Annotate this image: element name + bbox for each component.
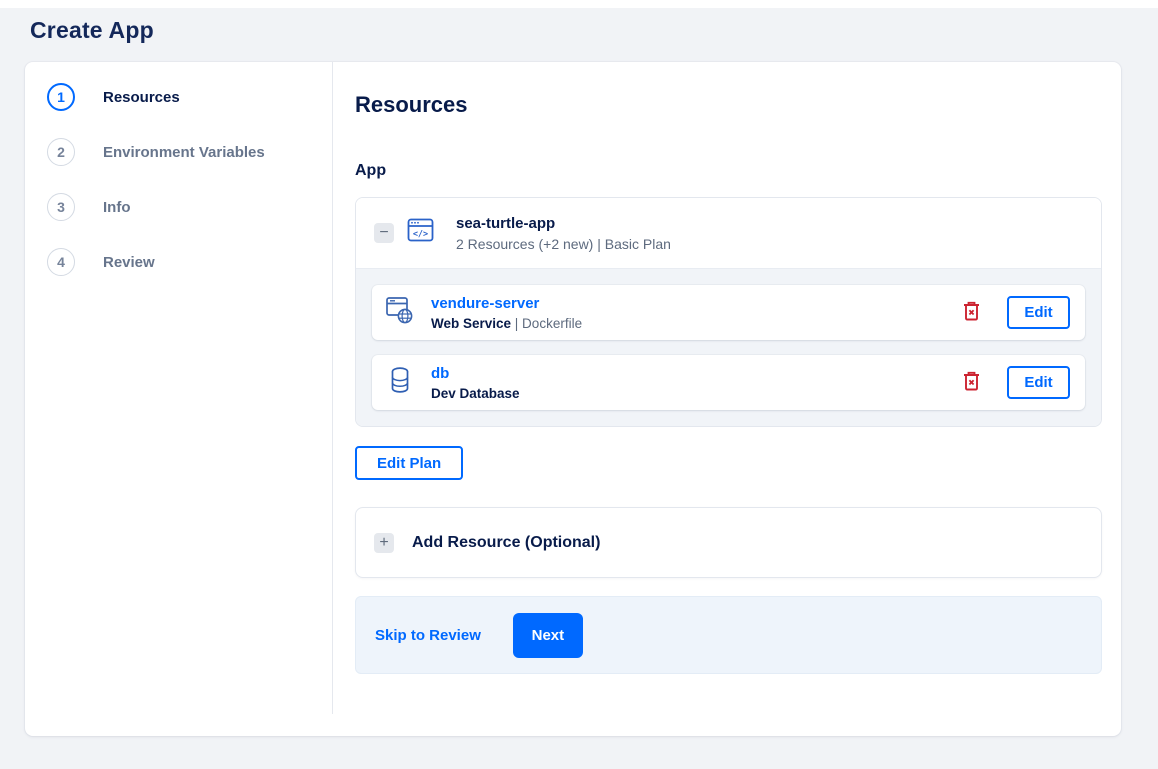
step-info[interactable]: 3 Info bbox=[47, 193, 333, 221]
resource-titles: db Dev Database bbox=[431, 365, 520, 401]
app-meta: 2 Resources (+2 new) | Basic Plan bbox=[456, 235, 671, 252]
resource-subtitle: Web Service | Dockerfile bbox=[431, 316, 582, 331]
database-icon bbox=[386, 365, 414, 400]
add-resource-label: Add Resource (Optional) bbox=[412, 533, 601, 551]
trash-icon bbox=[963, 371, 980, 394]
web-service-icon bbox=[386, 295, 414, 330]
resource-subtitle: Dev Database bbox=[431, 386, 520, 401]
app-group-card: − </> sea-turtle-app 2 Resources (+2 new… bbox=[355, 197, 1102, 427]
step-resources[interactable]: 1 Resources bbox=[47, 83, 333, 111]
step-label: Review bbox=[103, 253, 155, 271]
step-number-badge: 1 bbox=[47, 83, 75, 111]
trash-icon bbox=[963, 301, 980, 324]
skip-to-review-link[interactable]: Skip to Review bbox=[375, 627, 481, 644]
wizard-footer: Skip to Review Next bbox=[355, 596, 1102, 674]
resources-heading: Resources bbox=[355, 92, 468, 117]
step-label: Resources bbox=[103, 88, 180, 106]
step-number-badge: 3 bbox=[47, 193, 75, 221]
resource-name-link[interactable]: db bbox=[431, 365, 449, 382]
app-titles: sea-turtle-app 2 Resources (+2 new) | Ba… bbox=[456, 215, 671, 252]
delete-resource-button[interactable] bbox=[961, 369, 982, 396]
app-section-label: App bbox=[355, 162, 387, 179]
wizard-stepper: 1 Resources 2 Environment Variables 3 In… bbox=[25, 62, 333, 736]
step-number-badge: 2 bbox=[47, 138, 75, 166]
resource-type: Dev Database bbox=[431, 385, 520, 401]
collapse-app-button[interactable]: − bbox=[374, 223, 394, 243]
svg-text:</>: </> bbox=[413, 230, 428, 240]
resource-name-link[interactable]: vendure-server bbox=[431, 295, 539, 312]
resources-panel: Resources App − </> sea-turtle-app 2 Res… bbox=[333, 62, 1121, 736]
step-label: Info bbox=[103, 198, 131, 216]
resource-titles: vendure-server Web Service | Dockerfile bbox=[431, 295, 582, 331]
create-app-card: 1 Resources 2 Environment Variables 3 In… bbox=[25, 62, 1121, 736]
next-button[interactable]: Next bbox=[512, 612, 583, 658]
step-label: Environment Variables bbox=[103, 143, 265, 161]
app-resources-list: vendure-server Web Service | Dockerfile bbox=[356, 269, 1101, 426]
step-number-badge: 4 bbox=[47, 248, 75, 276]
top-strip bbox=[0, 0, 1158, 8]
resource-type: Web Service bbox=[431, 315, 512, 331]
resource-row: db Dev Database Edit bbox=[372, 355, 1085, 410]
app-icon: </> bbox=[407, 217, 434, 249]
resource-source: | Dockerfile bbox=[511, 315, 583, 331]
step-environment-variables[interactable]: 2 Environment Variables bbox=[47, 138, 333, 166]
edit-resource-button[interactable]: Edit bbox=[1007, 366, 1070, 399]
add-resource-section[interactable]: + Add Resource (Optional) bbox=[355, 507, 1102, 578]
app-name: sea-turtle-app bbox=[456, 214, 556, 232]
plus-icon[interactable]: + bbox=[374, 532, 394, 553]
app-group-header: − </> sea-turtle-app 2 Resources (+2 new… bbox=[356, 198, 1101, 269]
page-title: Create App bbox=[30, 17, 154, 43]
step-review[interactable]: 4 Review bbox=[47, 248, 333, 276]
delete-resource-button[interactable] bbox=[961, 299, 982, 326]
resource-row: vendure-server Web Service | Dockerfile bbox=[372, 285, 1085, 340]
edit-resource-button[interactable]: Edit bbox=[1007, 296, 1070, 329]
edit-plan-button[interactable]: Edit Plan bbox=[355, 446, 464, 480]
